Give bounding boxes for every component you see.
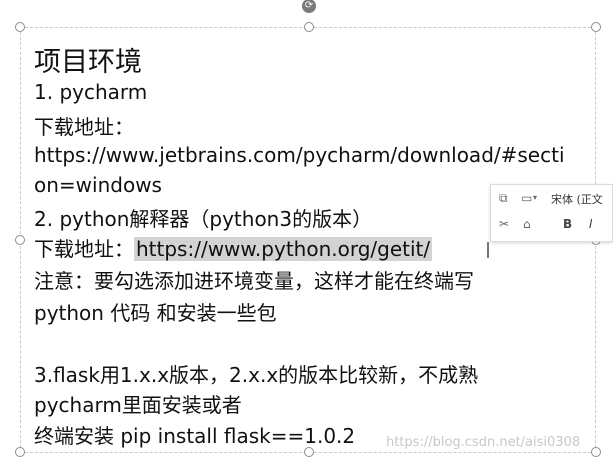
python-download-link[interactable]: https://www.python.org/getit/ (134, 237, 433, 261)
paste-icon[interactable]: ▭ (521, 191, 532, 205)
download-label: 下载地址： (34, 237, 134, 261)
cut-icon[interactable]: ✂ (499, 217, 509, 231)
floating-format-toolbar: ⧉ ▭ ▾ 宋体 (正文 ✂ ⌂ B I (490, 184, 613, 242)
text-cursor (487, 242, 489, 258)
slide-line-11: 终端安装 pip install flask==1.0.2 (34, 424, 356, 448)
slide-line-5: 2. python解释器（python3的版本） (34, 207, 373, 231)
slide-line-4: on=windows (34, 173, 162, 197)
slide-line-7: 注意：要勾选添加进环境变量，这样才能在终端写 (34, 269, 474, 293)
resize-handle-bottom-right[interactable] (591, 447, 601, 457)
slide-line-9: 3.flask用1.x.x版本，2.x.x的版本比较新，不成熟 (34, 363, 479, 387)
slide-line-6: 下载地址： https://www.python.org/getit/ (34, 233, 433, 262)
slide-line-8: python 代码 和安装一些包 (34, 301, 277, 325)
resize-handle-bottom-left[interactable] (15, 447, 25, 457)
copy-icon[interactable]: ⧉ (499, 191, 508, 206)
resize-handle-top-center[interactable] (304, 22, 314, 32)
rotate-handle-icon[interactable]: ⟳ (302, 0, 316, 13)
format-painter-icon[interactable]: ⌂ (523, 217, 531, 231)
resize-handle-top-right[interactable] (591, 22, 601, 32)
resize-handle-middle-left[interactable] (15, 235, 25, 245)
font-name-select[interactable]: 宋体 (正文 (551, 191, 603, 207)
slide-line-2: 下载地址： (34, 115, 134, 139)
slide-line-1: 1. pycharm (34, 80, 148, 104)
slide-title: 项目环境 (34, 47, 142, 78)
paste-dropdown-icon[interactable]: ▾ (533, 193, 537, 202)
slide-line-10: pycharm里面安装或者 (34, 393, 242, 417)
watermark-text: https://blog.csdn.net/aisi0308 (386, 435, 581, 450)
bold-button[interactable]: B (563, 217, 572, 231)
italic-button[interactable]: I (589, 217, 593, 231)
resize-handle-top-left[interactable] (15, 22, 25, 32)
slide-line-3: https://www.jetbrains.com/pycharm/downlo… (34, 143, 565, 167)
